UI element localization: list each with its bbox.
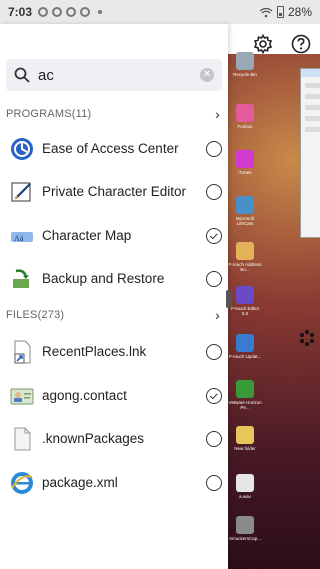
character-map-icon: Aä <box>10 224 34 248</box>
notification-icon <box>38 7 49 17</box>
desktop-shortcut-icon <box>236 426 254 444</box>
file-label: agong.contact <box>42 388 127 403</box>
desktop-shortcut-label: P-touch Editor 5.0 <box>230 306 260 316</box>
desktop-shortcut[interactable]: Microsoft LifeCam <box>228 196 262 226</box>
desktop-shortcut-icon <box>236 286 254 304</box>
file-label: .knownPackages <box>42 431 145 446</box>
select-radio[interactable] <box>206 140 222 157</box>
desktop-shortcut-label: iTunes <box>238 170 252 175</box>
desktop-shortcut-icon <box>236 150 254 168</box>
desktop-shortcut[interactable]: P-touch Updat... <box>228 334 262 359</box>
chevron-right-icon: › <box>215 106 220 122</box>
desktop-shortcut-label: Microsoft LifeCam <box>235 216 255 226</box>
desktop-shortcut[interactable]: Funbox <box>228 104 262 129</box>
file-item[interactable]: RecentPlaces.lnk <box>0 330 228 373</box>
file-label: RecentPlaces.lnk <box>42 344 147 359</box>
private-character-editor-icon <box>10 180 34 204</box>
search-box[interactable]: ✕ <box>6 59 222 91</box>
program-label: Private Character Editor <box>42 184 187 199</box>
help-icon <box>291 34 311 54</box>
drawer-resize-handle[interactable] <box>226 290 232 308</box>
notification-icon <box>52 7 63 17</box>
select-radio-checked[interactable] <box>206 387 222 404</box>
program-label: Backup and Restore <box>42 271 165 286</box>
files-section-header[interactable]: FILES(273) › <box>0 303 228 327</box>
select-radio-checked[interactable] <box>206 227 222 244</box>
shortcut-file-icon <box>10 340 34 364</box>
desktop-shortcut[interactable]: a.wav <box>228 474 262 499</box>
settings-button[interactable] <box>252 33 274 55</box>
ie-file-icon <box>10 471 34 495</box>
select-radio[interactable] <box>206 270 222 287</box>
desktop-shortcut[interactable]: SmuckersCap... <box>228 516 262 541</box>
battery-icon <box>276 6 284 18</box>
programs-section-header[interactable]: PROGRAMS(11) › <box>0 102 228 126</box>
battery-level: 28% <box>287 5 312 19</box>
select-radio[interactable] <box>206 474 222 491</box>
file-item[interactable]: package.xml <box>0 461 228 504</box>
desktop-shortcut-icon <box>236 516 254 534</box>
status-time: 7:03 <box>8 5 33 19</box>
more-notifications-icon <box>98 10 103 14</box>
wifi-icon <box>259 7 273 17</box>
desktop-shortcut-label: New folder <box>234 446 256 451</box>
program-item[interactable]: Backup and Restore <box>0 257 228 300</box>
search-icon <box>14 67 30 83</box>
status-bar: 7:03 28% <box>0 0 320 24</box>
desktop-shortcut-label: VMware Horizon Pe... <box>228 400 262 410</box>
programs-header-label: PROGRAMS(11) <box>6 108 92 120</box>
desktop-shortcut[interactable]: P-touch Address Bo... <box>228 242 262 272</box>
desktop-shortcut-label: Funbox <box>237 124 253 129</box>
select-radio[interactable] <box>206 343 222 360</box>
program-label: Character Map <box>42 228 132 243</box>
notification-icon <box>66 7 77 17</box>
help-button[interactable] <box>290 33 312 55</box>
desktop-shortcut-icon <box>236 380 254 398</box>
select-radio[interactable] <box>206 430 222 447</box>
program-item[interactable]: Aä Character Map <box>0 214 228 257</box>
desktop-shortcut-icon <box>236 334 254 352</box>
chevron-right-icon: › <box>215 307 220 323</box>
backup-restore-icon <box>10 267 34 291</box>
select-radio[interactable] <box>206 183 222 200</box>
desktop-shortcut[interactable]: New folder <box>228 426 262 451</box>
files-header-label: FILES(273) <box>6 309 65 321</box>
svg-text:Aä: Aä <box>14 234 24 243</box>
notification-icon <box>80 7 91 17</box>
desktop-shortcut[interactable]: iTunes <box>228 150 262 175</box>
desktop-shortcut-label: Recycle Bin <box>233 72 257 77</box>
desktop-shortcut-icon <box>236 242 254 260</box>
desktop-shortcut-icon <box>236 196 254 214</box>
document-file-icon <box>10 427 34 451</box>
clear-search-button[interactable]: ✕ <box>200 68 214 82</box>
desktop-shortcut[interactable]: Recycle Bin <box>228 52 262 77</box>
program-item[interactable]: Ease of Access Center <box>0 127 228 170</box>
desktop-window[interactable] <box>300 68 320 238</box>
contact-file-icon <box>10 384 34 408</box>
desktop-shortcut-label: SmuckersCap... <box>228 536 261 541</box>
desktop-shortcut-icon <box>236 104 254 122</box>
desktop-shortcut-label: P-touch Updat... <box>228 354 262 359</box>
desktop-preview[interactable]: Recycle Bin Funbox iTunes Microsoft LifeCam… <box>228 24 320 569</box>
desktop-shortcut-icon <box>236 474 254 492</box>
desktop-shortcut[interactable]: VMware Horizon Pe... <box>228 380 262 410</box>
desktop-shortcut-label: P-touch Address Bo... <box>228 262 262 272</box>
file-item[interactable]: .knownPackages <box>0 417 228 460</box>
file-item[interactable]: agong.contact <box>0 374 228 417</box>
gear-icon <box>253 34 273 54</box>
loading-dots-icon <box>300 330 314 346</box>
desktop-shortcut[interactable]: P-touch Editor 5.0 <box>228 286 262 316</box>
program-label: Ease of Access Center <box>42 141 179 156</box>
program-item[interactable]: Private Character Editor <box>0 170 228 213</box>
search-input[interactable] <box>38 66 188 84</box>
file-label: package.xml <box>42 475 118 490</box>
ease-of-access-icon <box>10 137 34 161</box>
desktop-shortcut-label: a.wav <box>239 494 251 499</box>
